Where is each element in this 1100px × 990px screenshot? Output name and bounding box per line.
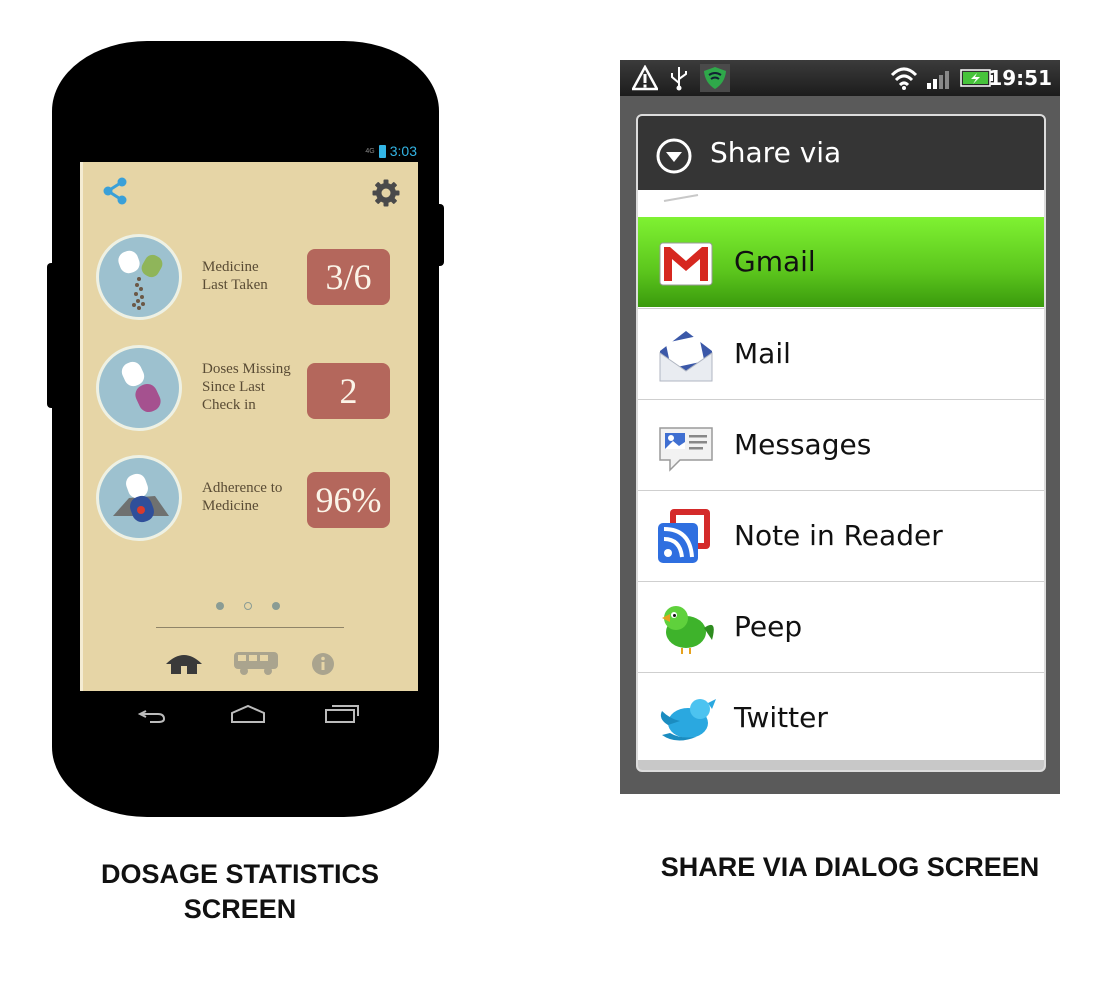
share-option-gmail[interactable]: Gmail: [638, 217, 1044, 307]
wifi-icon: [890, 67, 918, 90]
share-option-peep[interactable]: Peep: [638, 581, 1044, 672]
option-label: Messages: [734, 428, 872, 461]
stat-label: Adherence to Medicine: [202, 480, 283, 514]
android-softkeys: [137, 704, 359, 723]
network-label: 4G: [365, 147, 375, 155]
dialog-header: Share via: [638, 116, 1044, 190]
stat-adherence: Adherence to Medicine 96%: [96, 455, 406, 547]
signal-bars-icon: [927, 71, 949, 89]
superhero-pill-icon: [96, 455, 182, 541]
partial-list-item: [662, 190, 702, 202]
battery-icon: [378, 144, 386, 158]
divider: [156, 627, 344, 628]
shield-icon: [700, 64, 730, 92]
pill-capsule-icon: [96, 345, 182, 431]
share-option-mail[interactable]: Mail: [638, 308, 1044, 399]
stat-value-badge: 2: [307, 363, 390, 419]
option-label: Mail: [734, 337, 791, 370]
caption-share-via-dialog: SHARE VIA DIALOG SCREEN: [660, 852, 1040, 882]
mail-icon: [659, 331, 713, 382]
share-via-dialog: Share via Gmail Mail Messages Note in Re…: [636, 114, 1046, 772]
reader-icon: [658, 509, 710, 563]
status-bar: 4G 3:03: [342, 141, 417, 161]
info-icon[interactable]: [312, 653, 334, 675]
scroll-footer: [638, 760, 1044, 770]
page-indicator: [216, 602, 280, 610]
stat-value-badge: 96%: [307, 472, 390, 528]
status-bar: 19:51: [620, 60, 1060, 96]
page-dot[interactable]: [272, 602, 280, 610]
phone-frame: 4G 3:03 Medicine Last Taken 3/6 Doses Mi…: [47, 41, 444, 817]
stat-medicine-last-taken: Medicine Last Taken 3/6: [96, 234, 406, 326]
dosage-statistics-screen: Medicine Last Taken 3/6 Doses Missing Si…: [80, 162, 418, 691]
page-dot[interactable]: [216, 602, 224, 610]
page-dot-current[interactable]: [244, 602, 252, 610]
stat-value-badge: 3/6: [307, 249, 390, 305]
recent-apps-icon[interactable]: [325, 705, 359, 723]
envelope-edge-icon: [663, 194, 699, 202]
option-label: Peep: [734, 610, 803, 643]
stat-label: Medicine Last Taken: [202, 259, 268, 293]
messages-icon: [659, 427, 713, 472]
warning-icon: [632, 65, 658, 91]
van-icon[interactable]: [232, 649, 280, 677]
share-option-messages[interactable]: Messages: [638, 399, 1044, 490]
twitter-bird-icon: [660, 699, 716, 741]
gear-icon[interactable]: [372, 179, 400, 207]
stat-label: Doses Missing Since Last Check in: [202, 361, 291, 413]
option-label: Note in Reader: [734, 519, 943, 552]
pill-pouring-icon: [96, 234, 182, 320]
dialog-title: Share via: [710, 136, 842, 169]
home-icon[interactable]: [231, 704, 265, 723]
option-label: Gmail: [734, 245, 816, 278]
chevron-down-icon[interactable]: [656, 138, 692, 174]
gmail-icon: [659, 242, 713, 286]
volume-button: [47, 263, 57, 408]
status-time: 19:51: [988, 66, 1052, 90]
usb-icon: [671, 67, 687, 91]
status-time: 3:03: [389, 143, 417, 159]
share-option-note-in-reader[interactable]: Note in Reader: [638, 490, 1044, 581]
power-button: [434, 204, 444, 266]
share-icon[interactable]: [100, 176, 130, 206]
share-option-twitter[interactable]: Twitter: [638, 672, 1044, 763]
peep-bird-icon: [662, 606, 714, 654]
stat-doses-missing: Doses Missing Since Last Check in 2: [96, 345, 406, 437]
option-label: Twitter: [734, 701, 828, 734]
hut-home-icon[interactable]: [164, 648, 204, 678]
back-icon[interactable]: [137, 710, 166, 723]
caption-dosage-statistics: DOSAGE STATISTICS SCREEN: [100, 859, 379, 924]
share-dialog-screen: 19:51 Share via Gmail Mail Messages Note…: [620, 60, 1060, 794]
